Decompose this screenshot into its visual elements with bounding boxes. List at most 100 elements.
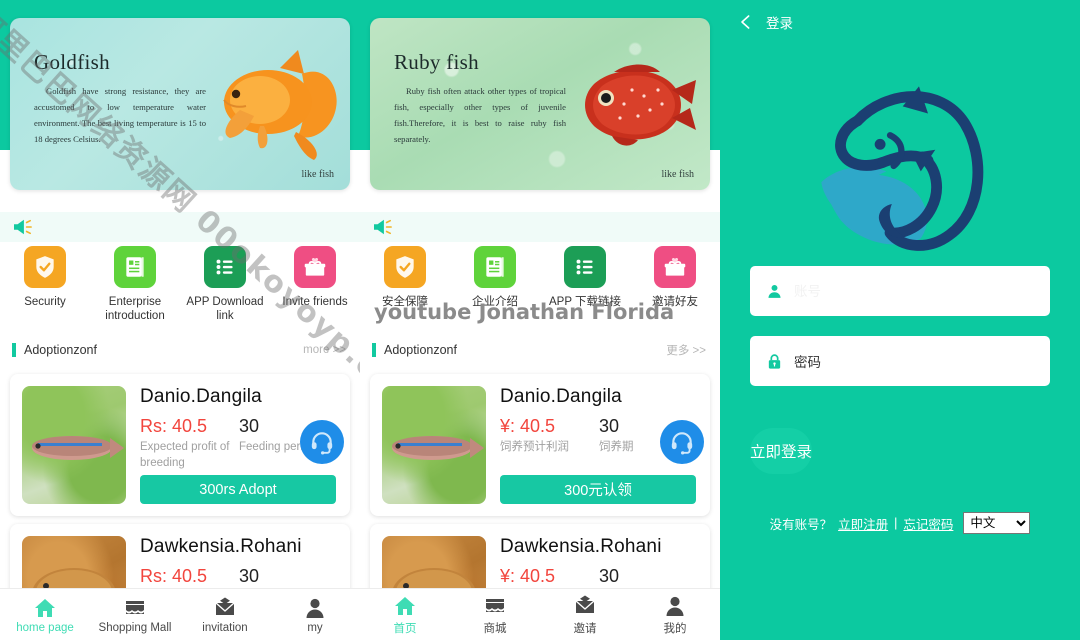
megaphone-icon: [374, 219, 392, 235]
tab-my[interactable]: my: [270, 596, 360, 634]
quick-link-invite-friends[interactable]: Invite friends: [270, 246, 360, 324]
customer-support-button[interactable]: [660, 420, 704, 464]
forgot-password-link[interactable]: 忘记密码: [903, 514, 953, 533]
rubyfish-illustration: [585, 64, 696, 146]
login-submit-button[interactable]: 立即登录: [750, 428, 813, 474]
tab-label: 我的: [663, 622, 687, 635]
section-more-link[interactable]: 更多 >>: [666, 342, 706, 358]
tab-shopping-mall[interactable]: Shopping Mall: [90, 596, 180, 634]
product-info: Danio.Dangila Rs: 40.5 Expected profit o…: [126, 386, 344, 504]
tab-home[interactable]: home page: [0, 596, 90, 634]
login-panel: 登录 账号 密码 立即登录 没有账号？ 立即注册 | 忘记密码 中文: [720, 0, 1080, 640]
person-icon: [666, 596, 684, 616]
product-thumbnail: [22, 386, 126, 504]
headset-icon: [671, 432, 693, 455]
app-pane-english: Goldfish Goldfish have strong resistance…: [0, 0, 360, 640]
megaphone-icon: [14, 219, 32, 235]
shield-check-icon: [384, 246, 426, 288]
quick-link-app-download[interactable]: APP 下载链接: [540, 246, 630, 309]
quick-link-label: Enterprise introduction: [105, 296, 165, 323]
quick-link-label: APP Download link: [186, 296, 264, 323]
product-info: Dawkensia.Rohani Rs: 40.5 Expected profi…: [126, 536, 338, 588]
username-input[interactable]: [794, 283, 1034, 299]
announcement-bar[interactable]: [0, 212, 360, 242]
quick-link-security[interactable]: 安全保障: [360, 246, 450, 309]
product-card[interactable]: Danio.Dangila Rs: 40.5 Expected profit o…: [10, 374, 350, 516]
hero-title: Ruby fish: [394, 50, 479, 74]
chevron-left-icon[interactable]: [738, 14, 754, 30]
product-metrics: Rs: 40.5 Expected profit of breeding 30 …: [140, 566, 338, 588]
password-input[interactable]: [794, 353, 1034, 369]
product-card[interactable]: Dawkensia.Rohani ¥: 40.5 饲养预计利润 30 饲养期 3…: [370, 524, 710, 588]
quick-link-enterprise-introduction[interactable]: Enterprise introduction: [90, 246, 180, 324]
product-price-col: ¥: 40.5 饲养预计利润: [500, 566, 599, 588]
tab-invitation[interactable]: invitation: [180, 596, 270, 634]
login-header: 登录: [720, 0, 1080, 44]
home-icon: [35, 598, 55, 617]
product-adopt-button[interactable]: 300rs Adopt: [140, 475, 336, 504]
product-name: Danio.Dangila: [140, 386, 262, 407]
tab-label: Shopping Mall: [98, 621, 172, 634]
product-price-label: Expected profit of breeding: [140, 441, 230, 469]
product-days-col: 30 Feeding period: [239, 566, 338, 588]
logo-container: [720, 66, 1080, 266]
product-metrics: ¥: 40.5 饲养预计利润 30 饲养期: [500, 566, 698, 588]
hero-card-goldfish[interactable]: Goldfish Goldfish have strong resistance…: [10, 18, 350, 190]
document-icon: [474, 246, 516, 288]
quick-link-app-download[interactable]: APP Download link: [180, 246, 270, 324]
bottom-tab-bar: 首页 商城 邀请 我的: [360, 588, 720, 640]
password-field[interactable]: [750, 336, 1050, 386]
product-price: ¥: 40.5: [500, 416, 556, 436]
home-icon: [395, 596, 415, 615]
tab-label: 首页: [393, 622, 417, 635]
quick-link-security[interactable]: Security: [0, 246, 90, 324]
store-icon: [486, 598, 504, 612]
hero-card-rubyfish[interactable]: Ruby fish Ruby fish often attack other t…: [370, 18, 710, 190]
product-info: Danio.Dangila ¥: 40.5 饲养预计利润 30 饲养期 300元…: [486, 386, 704, 504]
gift-heart-icon: [654, 246, 696, 288]
product-name: Dawkensia.Rohani: [140, 536, 302, 557]
product-days: 30: [239, 566, 260, 586]
quick-links-row: Security Enterprise introduction APP Dow…: [0, 246, 360, 324]
hero-title: Goldfish: [34, 50, 110, 74]
product-card[interactable]: Danio.Dangila ¥: 40.5 饲养预计利润 30 饲养期 300元…: [370, 374, 710, 516]
product-name: Danio.Dangila: [500, 386, 622, 407]
section-accent-bar: [12, 343, 16, 357]
quick-link-enterprise-introduction[interactable]: 企业介绍: [450, 246, 540, 309]
list-icon: [204, 246, 246, 288]
tab-label: my: [307, 621, 323, 634]
customer-support-button[interactable]: [300, 420, 344, 464]
product-info: Dawkensia.Rohani ¥: 40.5 饲养预计利润 30 饲养期 3…: [486, 536, 698, 588]
quick-link-label: Invite friends: [282, 296, 348, 308]
envelope-icon: [575, 595, 595, 613]
language-select[interactable]: 中文English: [963, 512, 1031, 534]
product-list: Danio.Dangila Rs: 40.5 Expected profit o…: [0, 368, 360, 588]
register-link[interactable]: 立即注册: [838, 514, 888, 533]
quick-link-label: 安全保障: [382, 296, 428, 308]
product-adopt-button[interactable]: 300元认领: [500, 475, 696, 504]
user-icon: [768, 284, 781, 298]
product-days-col: 30 饲养期: [599, 566, 698, 588]
footer-separator: |: [894, 516, 898, 530]
section-more-link[interactable]: more >>: [303, 344, 346, 356]
tab-home[interactable]: 首页: [360, 594, 450, 636]
product-price-col: ¥: 40.5 饲养预计利润: [500, 416, 599, 456]
username-field[interactable]: [750, 266, 1050, 316]
headset-icon: [311, 432, 333, 455]
product-card[interactable]: Dawkensia.Rohani Rs: 40.5 Expected profi…: [10, 524, 350, 588]
quick-link-label: 企业介绍: [472, 296, 518, 308]
section-accent-bar: [372, 343, 376, 357]
product-price: ¥: 40.5: [500, 566, 556, 586]
tab-shopping-mall[interactable]: 商城: [450, 594, 540, 636]
section-title: Adoptionzonf: [384, 343, 457, 357]
tab-my[interactable]: 我的: [630, 594, 720, 636]
fish-logo-icon: [821, 86, 984, 251]
section-header-adoption: Adoptionzonf more >>: [0, 338, 360, 362]
quick-link-invite-friends[interactable]: 邀请好友: [630, 246, 720, 309]
gift-heart-icon: [294, 246, 336, 288]
login-footer: 没有账号？ 立即注册 | 忘记密码 中文English: [720, 512, 1080, 534]
tab-invitation[interactable]: 邀请: [540, 594, 630, 636]
tab-label: 邀请: [573, 622, 597, 635]
announcement-bar[interactable]: [360, 212, 720, 242]
login-title: 登录: [766, 16, 793, 31]
